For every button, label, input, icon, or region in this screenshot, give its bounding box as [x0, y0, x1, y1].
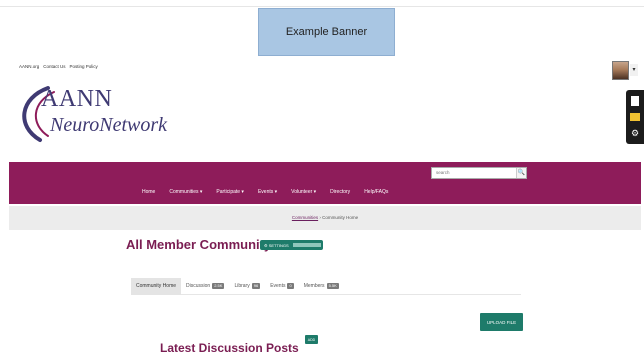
logo-aann-text: AANN: [41, 86, 113, 112]
banner-text: Example Banner: [285, 26, 368, 38]
side-toolbar: ⚙: [626, 90, 644, 144]
nav-item-events[interactable]: Events ▾: [258, 189, 277, 195]
search-icon: 🔍: [517, 170, 526, 176]
add-label: ADD: [307, 337, 316, 342]
tab-label: Events: [270, 283, 286, 289]
top-divider: [0, 6, 644, 7]
example-banner[interactable]: Example Banner: [258, 8, 395, 56]
breadcrumb-current: Community Home: [322, 215, 359, 220]
settings-label: ⚙ SETTINGS: [264, 242, 289, 248]
count-badge: 5.5K: [326, 283, 339, 289]
nav-item-communities[interactable]: Communities ▾: [169, 189, 202, 195]
tab-label: Discussion: [186, 283, 211, 289]
nav-item-home[interactable]: Home: [142, 189, 155, 195]
tab-community-home[interactable]: Community Home: [131, 277, 182, 295]
nav-item-directory[interactable]: Directory: [330, 189, 350, 195]
search-button[interactable]: 🔍: [516, 168, 526, 178]
page-title: All Member Community: [126, 237, 272, 252]
community-tabs: Community Home Discussion 2.5K Library 9…: [131, 277, 521, 295]
latest-discussion-heading: Latest Discussion Posts: [160, 341, 299, 355]
tab-discussion[interactable]: Discussion 2.5K: [181, 278, 229, 295]
add-discussion-button[interactable]: ADD: [305, 335, 318, 344]
settings-chip: [292, 243, 321, 247]
logo-neuronetwork-text: NeuroNetwork: [50, 114, 168, 136]
utility-links: AANN.org Contact Us Posting Policy: [19, 64, 98, 69]
tab-label: Library: [234, 283, 250, 289]
breadcrumb-communities-link[interactable]: Communities: [292, 215, 318, 220]
link-aann-org[interactable]: AANN.org: [19, 64, 39, 69]
upload-file-button[interactable]: UPLOAD FILE: [480, 313, 523, 331]
count-badge: 0: [287, 283, 294, 289]
breadcrumb: Communities › Community Home: [9, 215, 641, 220]
tab-events[interactable]: Events 0: [265, 278, 299, 295]
count-badge: 2.5K: [212, 283, 225, 289]
tab-members[interactable]: Members 5.5K: [299, 278, 344, 295]
aann-logo[interactable]: AANN NeuroNetwork: [14, 82, 167, 146]
nav-item-participate[interactable]: Participate ▾: [216, 189, 244, 195]
main-navbar: search 🔍 Home Communities ▾ Participate …: [9, 162, 641, 204]
tab-label: Members: [303, 283, 325, 289]
nav-item-help-faqs[interactable]: Help/FAQs: [364, 189, 388, 195]
search-input[interactable]: search: [431, 167, 527, 179]
upload-label: UPLOAD FILE: [486, 319, 517, 325]
link-contact-us[interactable]: Contact Us: [43, 64, 65, 69]
avatar[interactable]: [612, 61, 629, 80]
nav-item-volunteer[interactable]: Volunteer ▾: [291, 189, 316, 195]
settings-button[interactable]: ⚙ SETTINGS: [260, 240, 323, 250]
nav-menu: Home Communities ▾ Participate ▾ Events …: [142, 189, 388, 195]
folder-icon[interactable]: [630, 112, 640, 121]
link-posting-policy[interactable]: Posting Policy: [70, 64, 98, 69]
breadcrumb-bar: Communities › Community Home: [9, 206, 641, 230]
document-icon[interactable]: [631, 96, 639, 107]
count-badge: 96: [251, 283, 261, 289]
avatar-menu-chevron-icon[interactable]: ▾: [630, 64, 638, 76]
tab-library[interactable]: Library 96: [229, 278, 265, 295]
gear-icon[interactable]: ⚙: [630, 128, 640, 138]
tab-label: Community Home: [136, 283, 177, 289]
